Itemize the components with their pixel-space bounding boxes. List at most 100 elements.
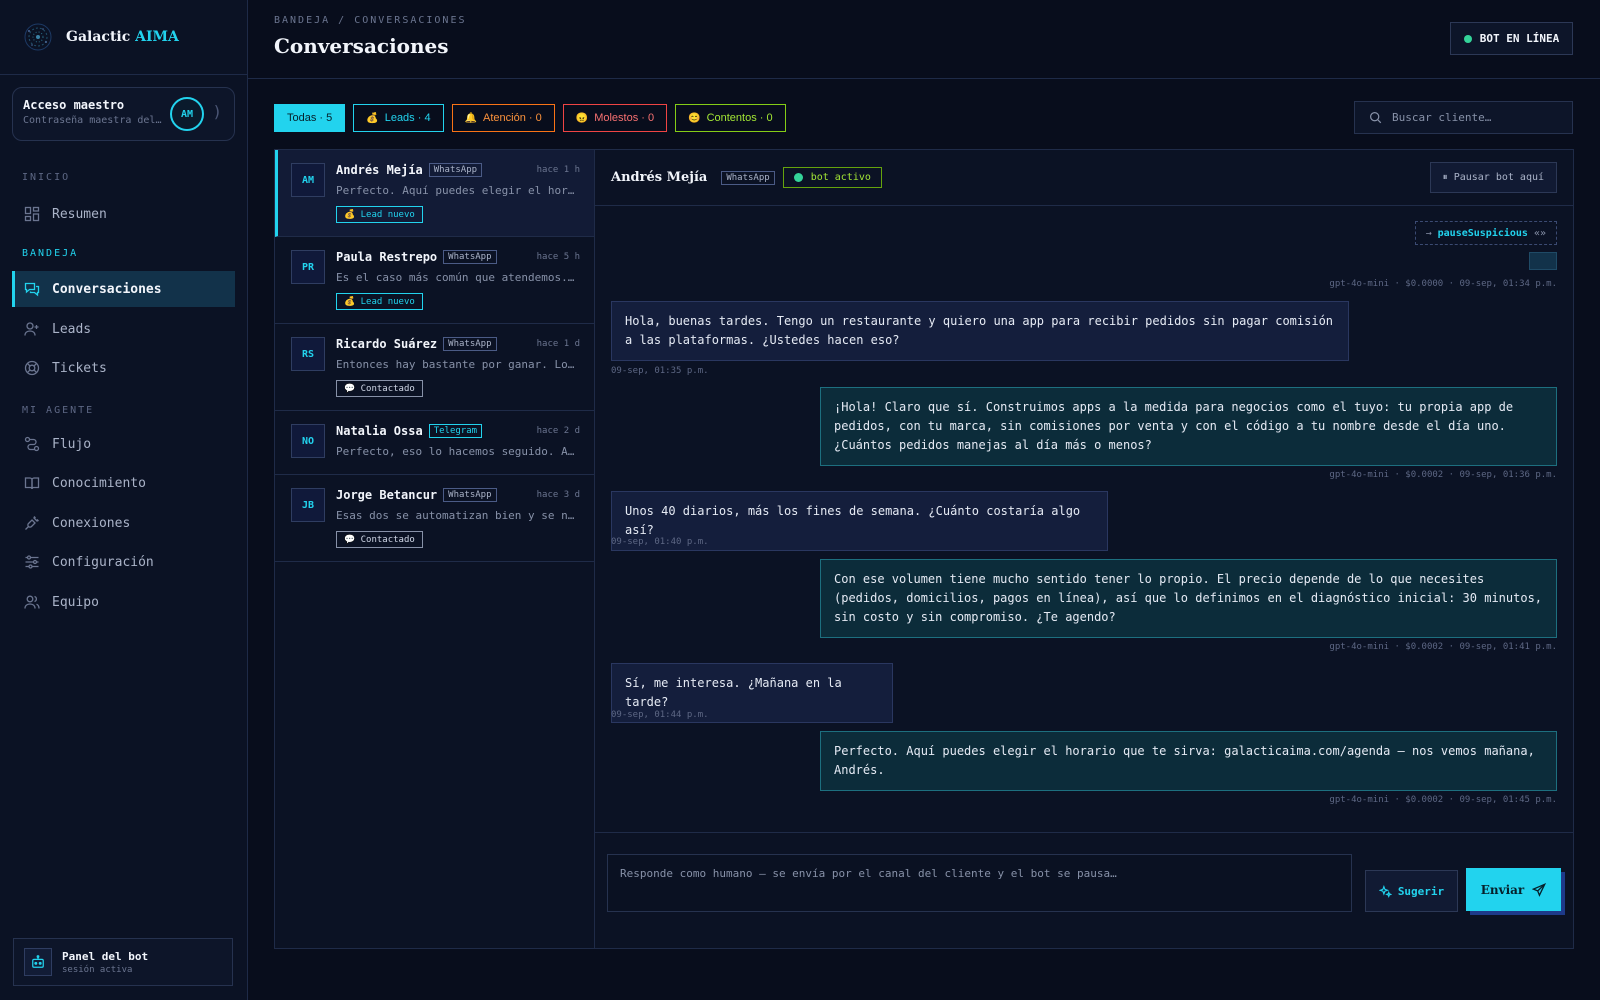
status-badge: 💰 Lead nuevo xyxy=(336,206,423,223)
sidebar: Galactic AIMA Acceso maestro Contraseña … xyxy=(0,0,248,1000)
search-input[interactable] xyxy=(1392,111,1562,124)
filter-label: Contentos · 0 xyxy=(706,112,773,124)
channel-badge: WhatsApp xyxy=(428,163,483,177)
pause-bot-button[interactable]: ⏸ Pausar bot aquí xyxy=(1429,162,1557,193)
sidebar-item-equipo[interactable]: Equipo xyxy=(12,584,235,620)
robot-icon xyxy=(24,948,52,976)
message-incoming: Hola, buenas tardes. Tengo un restaurant… xyxy=(611,301,1349,361)
message-meta: 09-sep, 01:40 p.m. xyxy=(611,537,709,547)
sidebar-item-label: Conexiones xyxy=(52,515,131,531)
filter-label: Leads · 4 xyxy=(384,112,431,124)
search-box[interactable] xyxy=(1354,101,1573,134)
channel-badge: WhatsApp xyxy=(443,250,497,264)
conversation-time: hace 3 d xyxy=(536,490,580,500)
status-badge: 💬 Contactado xyxy=(336,531,423,548)
master-access-card[interactable]: Acceso maestro Contraseña maestra del… A… xyxy=(12,87,235,141)
collapse-arc-icon: ) xyxy=(212,102,222,121)
sidebar-item-resumen[interactable]: Resumen xyxy=(12,196,235,232)
conversation-name: Jorge Betancur WhatsApp xyxy=(336,488,497,502)
conversation-item[interactable]: AM Andrés Mejía WhatsApp hace 1 h Perfect… xyxy=(275,150,594,237)
chat-icon xyxy=(24,282,40,297)
brand[interactable]: Galactic AIMA xyxy=(0,0,247,75)
sidebar-item-leads[interactable]: Leads xyxy=(12,311,235,347)
tool-call-name: pauseSuspicious xyxy=(1437,227,1528,239)
conversation-name: Paula Restrepo WhatsApp xyxy=(336,250,497,264)
conversation-item[interactable]: NO Natalia Ossa Telegram hace 2 d Perfect… xyxy=(275,411,594,475)
online-dot-icon xyxy=(1463,34,1472,43)
sidebar-item-configuracion[interactable]: Configuración xyxy=(12,544,235,580)
message-outgoing: ¡Hola! Claro que sí. Construimos apps a … xyxy=(820,387,1557,466)
conversation-name: Ricardo Suárez WhatsApp xyxy=(336,337,497,351)
status-dot-icon xyxy=(793,173,803,182)
sidebar-item-tickets[interactable]: Tickets xyxy=(12,350,235,386)
tool-call-suffix: «» xyxy=(1533,227,1546,239)
plug-icon xyxy=(25,516,39,530)
sidebar-item-label: Flujo xyxy=(52,436,92,452)
bot-active-badge: bot activo xyxy=(782,167,882,188)
filter-label: Todas · 5 xyxy=(287,112,333,124)
arrow-right-icon: → xyxy=(1425,227,1432,239)
filter-contentos[interactable]: 😊 Contentos · 0 xyxy=(675,104,786,132)
suggest-label: Sugerir xyxy=(1397,884,1445,898)
message-meta: gpt-4o-mini · $0.0002 · 09-sep, 01:36 p.… xyxy=(1329,470,1557,480)
avatar: JB xyxy=(291,488,325,522)
filter-molestos[interactable]: 😠 Molestos · 0 xyxy=(562,104,668,132)
send-button[interactable]: Enviar xyxy=(1466,868,1561,911)
nav-section-bandeja: BANDEJA xyxy=(22,248,79,259)
tool-call-chip[interactable]: → pauseSuspicious «» xyxy=(1414,221,1557,245)
channel-badge: WhatsApp xyxy=(443,337,497,351)
sidebar-item-conexiones[interactable]: Conexiones xyxy=(12,505,235,541)
suggest-button[interactable]: Sugerir xyxy=(1365,870,1458,912)
sidebar-item-conocimiento[interactable]: Conocimiento xyxy=(12,465,235,501)
galaxy-logo-icon xyxy=(24,23,52,51)
avatar: PR xyxy=(291,250,325,284)
tool-output-box[interactable] xyxy=(1529,252,1557,270)
bot-panel-subtitle: sesión activa xyxy=(62,964,133,975)
sidebar-item-flujo[interactable]: Flujo xyxy=(12,426,235,462)
sidebar-item-conversaciones[interactable]: Conversaciones xyxy=(12,271,235,307)
users-icon xyxy=(24,595,40,609)
bot-status-label: BOT EN LÍNEA xyxy=(1479,32,1560,45)
breadcrumb: BANDEJA / CONVERSACIONES xyxy=(274,15,467,26)
header-divider xyxy=(248,78,1600,79)
sidebar-item-label: Leads xyxy=(52,321,92,337)
search-icon xyxy=(1370,112,1382,124)
filter-leads[interactable]: 💰 Leads · 4 xyxy=(353,104,444,132)
channel-badge: Telegram xyxy=(428,424,483,438)
chat-header: Andrés Mejía WhatsApp bot activo ⏸ Pausa… xyxy=(595,150,1573,206)
filter-bar: Todas · 5 💰 Leads · 4 🔔 Atención · 0 😠 Mole… xyxy=(274,104,786,132)
sidebar-item-label: Conocimiento xyxy=(52,475,146,491)
page-title: Conversaciones xyxy=(274,34,449,58)
conversation-name: Natalia Ossa Telegram xyxy=(336,424,483,438)
sidebar-item-label: Conversaciones xyxy=(52,281,162,297)
smile-face-icon: 😊 xyxy=(688,112,701,124)
bell-icon: 🔔 xyxy=(464,112,478,124)
nav-section-agente: MI AGENTE xyxy=(22,405,95,416)
conversation-preview: Perfecto, eso lo hacemos seguido. Agende… xyxy=(336,445,579,458)
avatar[interactable]: AM xyxy=(170,97,204,131)
filter-todas[interactable]: Todas · 5 xyxy=(274,104,346,132)
nav-section-inicio: INICIO xyxy=(22,172,71,183)
send-label: Enviar xyxy=(1480,882,1525,897)
sparkle-icon xyxy=(1378,884,1392,898)
conversation-item[interactable]: PR Paula Restrepo WhatsApp hace 5 h Es el… xyxy=(275,237,594,324)
channel-badge: WhatsApp xyxy=(443,488,497,502)
conversation-time: hace 1 h xyxy=(536,165,580,175)
filter-atencion[interactable]: 🔔 Atención · 0 xyxy=(451,104,555,132)
avatar: NO xyxy=(291,424,325,458)
message-meta: 09-sep, 01:35 p.m. xyxy=(611,366,709,376)
conversation-time: hace 5 h xyxy=(536,252,580,262)
sidebar-item-label: Tickets xyxy=(52,360,107,376)
conversation-item[interactable]: RS Ricardo Suárez WhatsApp hace 1 d Enton… xyxy=(275,324,594,411)
channel-badge: WhatsApp xyxy=(721,170,775,185)
sidebar-item-label: Equipo xyxy=(52,594,99,610)
conversation-preview: Es el caso más común que atendemos. Un s… xyxy=(336,271,579,284)
avatar: AM xyxy=(291,163,325,197)
send-icon xyxy=(1532,882,1547,897)
conversation-item[interactable]: JB Jorge Betancur WhatsApp hace 3 d Esas … xyxy=(275,475,594,562)
bot-panel-card[interactable]: Panel del bot sesión activa xyxy=(13,938,233,986)
book-icon xyxy=(24,477,40,490)
reply-input[interactable] xyxy=(607,854,1352,912)
message-composer: Sugerir Enviar xyxy=(595,832,1573,948)
message-meta: gpt-4o-mini · $0.0002 · 09-sep, 01:45 p.… xyxy=(1329,795,1557,805)
